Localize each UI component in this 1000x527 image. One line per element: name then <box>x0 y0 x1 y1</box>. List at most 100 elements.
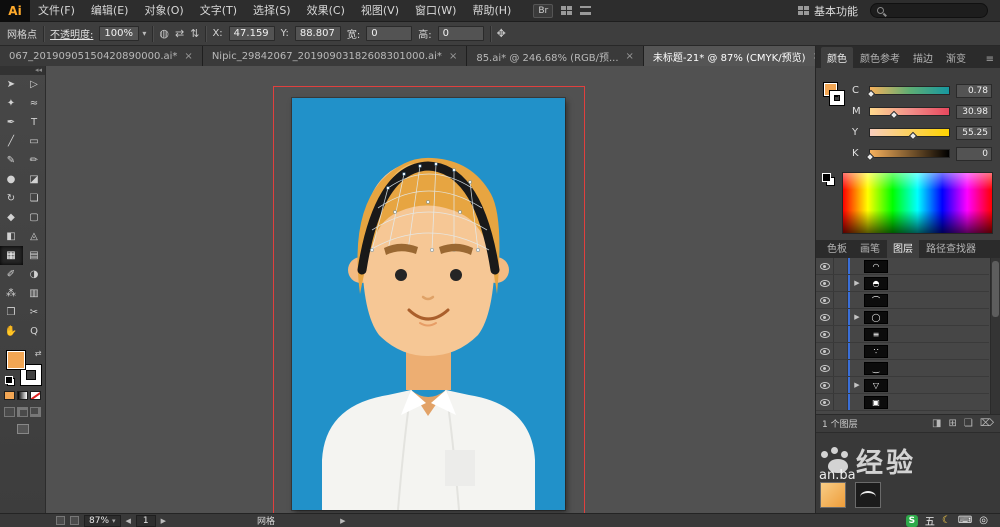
expand-triangle-icon[interactable]: ▶ <box>853 313 861 321</box>
visibility-toggle[interactable] <box>816 343 834 359</box>
direct-selection-tool[interactable]: ▷ <box>23 75 46 94</box>
statusbar-icon-1[interactable] <box>56 516 65 525</box>
scrollbar-thumb[interactable] <box>992 261 999 317</box>
draw-normal-icon[interactable] <box>4 407 15 417</box>
tab-close-icon[interactable]: × <box>812 51 815 62</box>
column-graph-tool[interactable]: ▥ <box>23 284 46 303</box>
document-tab-active[interactable]: 未标题-21* @ 87% (CMYK/预览) × <box>644 46 815 66</box>
perspective-grid-tool[interactable]: ◬ <box>23 227 46 246</box>
tab-stroke[interactable]: 描边 <box>907 47 939 68</box>
artboard-tool[interactable]: ❒ <box>0 303 23 322</box>
hand-tool[interactable]: ✋ <box>0 322 23 341</box>
x-input[interactable]: 47.159 <box>229 26 275 41</box>
type-tool[interactable]: T <box>23 113 46 132</box>
new-sublayer-icon[interactable]: ⊞ <box>949 418 957 429</box>
y-input[interactable]: 88.807 <box>295 26 341 41</box>
blob-brush-tool[interactable]: ● <box>0 170 23 189</box>
search-input[interactable] <box>870 3 988 18</box>
flip-vertical-icon[interactable]: ⇅ <box>190 28 199 39</box>
none-button[interactable] <box>30 391 41 400</box>
ime-logo[interactable]: S <box>906 515 918 527</box>
slice-tool[interactable]: ✂ <box>23 303 46 322</box>
opacity-label[interactable]: 不透明度: <box>50 26 93 41</box>
slider-thumb[interactable] <box>909 132 917 140</box>
menu-effect[interactable]: 效果(C) <box>299 0 353 22</box>
layers-scrollbar[interactable] <box>990 258 1000 414</box>
layer-row[interactable]: ⌒ <box>816 292 989 309</box>
lock-toggle[interactable] <box>834 377 848 393</box>
delete-layer-icon[interactable]: ⌦ <box>980 418 994 429</box>
lock-toggle[interactable] <box>834 292 848 308</box>
layer-row[interactable]: ▣ <box>816 394 989 411</box>
slider-thumb[interactable] <box>890 111 898 119</box>
swap-colors-icon[interactable]: ⇄ <box>35 349 42 358</box>
yellow-slider[interactable] <box>869 128 950 137</box>
panel-stroke-swatch[interactable] <box>830 91 844 105</box>
visibility-toggle[interactable] <box>816 326 834 342</box>
black-value-input[interactable]: 0 <box>956 147 992 161</box>
opacity-caret-icon[interactable]: ▾ <box>142 29 146 38</box>
fill-color-swatch[interactable] <box>6 350 26 370</box>
bridge-button[interactable]: Br <box>533 4 553 18</box>
visibility-toggle[interactable] <box>816 394 834 410</box>
layer-row[interactable]: ∵ <box>816 343 989 360</box>
next-artboard-icon[interactable]: ▶ <box>161 517 166 525</box>
artboard-nav-input[interactable]: 1 <box>136 515 156 527</box>
canvas[interactable] <box>46 66 815 513</box>
pencil-tool[interactable]: ✏ <box>23 151 46 170</box>
layer-row[interactable]: ▶◯ <box>816 309 989 326</box>
gradient-tool[interactable]: ▤ <box>23 246 46 265</box>
tab-brushes[interactable]: 画笔 <box>854 237 886 258</box>
lasso-tool[interactable]: ≈ <box>23 94 46 113</box>
rectangle-tool[interactable]: ▭ <box>23 132 46 151</box>
width-tool[interactable]: ◆ <box>0 208 23 227</box>
paintbrush-tool[interactable]: ✎ <box>0 151 23 170</box>
cyan-value-input[interactable]: 0.78 <box>956 84 992 98</box>
lock-toggle[interactable] <box>834 326 848 342</box>
zoom-select[interactable]: 87% ▾ <box>84 515 121 527</box>
document-tab[interactable]: 85.ai* @ 246.68% (RGB/预... × <box>467 46 644 66</box>
magic-wand-tool[interactable]: ✦ <box>0 94 23 113</box>
draw-inside-icon[interactable] <box>30 407 41 417</box>
blend-tool[interactable]: ◑ <box>23 265 46 284</box>
tab-close-icon[interactable]: × <box>626 51 634 62</box>
workspace-switcher[interactable]: 基本功能 <box>798 3 858 19</box>
visibility-toggle[interactable] <box>816 292 834 308</box>
visibility-toggle[interactable] <box>816 275 834 291</box>
shape-builder-tool[interactable]: ◧ <box>0 227 23 246</box>
menu-help[interactable]: 帮助(H) <box>464 0 519 22</box>
menu-file[interactable]: 文件(F) <box>30 0 83 22</box>
gradient-button[interactable] <box>17 391 28 400</box>
status-menu-icon[interactable]: ▶ <box>340 517 345 525</box>
opacity-input[interactable]: 100% <box>99 26 139 41</box>
rotate-tool[interactable]: ↻ <box>0 189 23 208</box>
lock-toggle[interactable] <box>834 275 848 291</box>
color-button[interactable] <box>4 391 15 400</box>
ime-wubi-icon[interactable]: 五 <box>925 513 935 527</box>
ime-keyboard-icon[interactable]: ⌨ <box>958 515 972 526</box>
menu-type[interactable]: 文字(T) <box>192 0 245 22</box>
lock-toggle[interactable] <box>834 258 848 274</box>
menu-window[interactable]: 窗口(W) <box>407 0 464 22</box>
mesh-tool[interactable]: ▦ <box>0 246 23 265</box>
document-tab[interactable]: Nipic_29842067_20190903182608301000.ai* … <box>203 46 468 66</box>
statusbar-icon-2[interactable] <box>70 516 79 525</box>
library-thumbnail-dark[interactable] <box>855 482 881 508</box>
tab-close-icon[interactable]: × <box>184 51 192 62</box>
layer-row[interactable]: ▶◓ <box>816 275 989 292</box>
free-transform-tool[interactable]: ▢ <box>23 208 46 227</box>
make-clipping-mask-icon[interactable]: ◨ <box>932 418 941 429</box>
height-input[interactable]: 0 <box>438 26 484 41</box>
width-input[interactable]: 0 <box>366 26 412 41</box>
ime-settings-icon[interactable]: ◎ <box>979 515 988 526</box>
view-options-icon[interactable] <box>580 6 591 15</box>
screen-mode-button[interactable] <box>17 424 29 434</box>
menu-edit[interactable]: 编辑(E) <box>83 0 137 22</box>
tab-gradient[interactable]: 渐变 <box>940 47 972 68</box>
draw-behind-icon[interactable] <box>17 407 28 417</box>
pen-tool[interactable]: ✒ <box>0 113 23 132</box>
color-spectrum[interactable] <box>842 172 993 234</box>
tab-swatches[interactable]: 色板 <box>821 237 853 258</box>
magenta-value-input[interactable]: 30.98 <box>956 105 992 119</box>
menu-object[interactable]: 对象(O) <box>136 0 191 22</box>
